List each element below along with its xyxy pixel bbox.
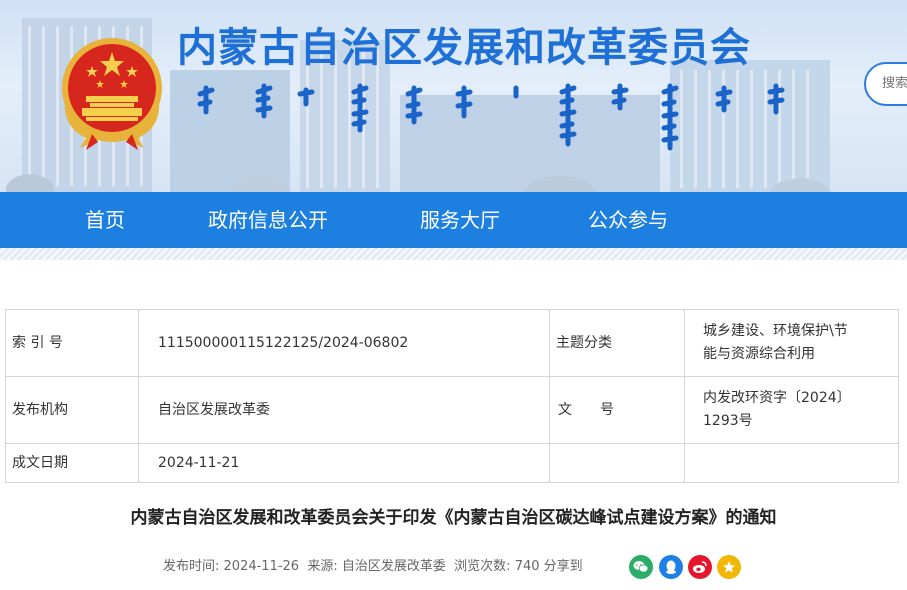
source-label: 来源: xyxy=(307,559,338,574)
document-meta: 发布时间: 2024-11-26 来源: 自治区发展改革委 浏览次数: 740 … xyxy=(163,558,583,576)
publisher-label: 发布机构 xyxy=(5,376,139,444)
wechat-icon[interactable] xyxy=(629,555,653,579)
main-nav: 首页 政府信息公开 服务大厅 公众参与 xyxy=(0,192,907,248)
mongolian-title-script xyxy=(197,83,785,151)
table-row: 发布机构 自治区发展改革委 文 号 内发改环资字〔2024〕 1293号 xyxy=(5,376,899,444)
index-label: 索 引 号 xyxy=(5,309,139,377)
site-header: 内蒙古自治区发展和改革委员会 xyxy=(0,0,907,192)
date-label: 成文日期 xyxy=(5,443,139,483)
topic-value: 城乡建设、环境保护\节 能与资源综合利用 xyxy=(684,309,899,377)
views-label: 浏览次数: xyxy=(454,559,511,574)
views-count: 740 xyxy=(514,559,540,574)
qq-icon[interactable] xyxy=(659,555,683,579)
docno-label: 文 号 xyxy=(549,376,685,444)
site-title: 内蒙古自治区发展和改革委员会 xyxy=(177,25,751,71)
nav-item-government-info[interactable]: 政府信息公开 xyxy=(208,207,328,233)
source: 自治区发展改革委 xyxy=(341,559,446,574)
share-label: 分享到 xyxy=(543,559,583,574)
table-row: 索 引 号 11150000011512212​5/2024-06802 主题分… xyxy=(5,309,899,377)
empty-cell xyxy=(549,443,685,483)
docno-value-line: 1293号 xyxy=(703,413,753,429)
topic-value-line: 城乡建设、环境保护\节 xyxy=(703,323,848,339)
national-emblem-icon[interactable] xyxy=(56,34,168,152)
topic-value-line: 能与资源综合利用 xyxy=(703,346,815,362)
index-value: 11150000011512212​5/2024-06802 xyxy=(138,309,550,377)
publish-time: 2024-11-26 xyxy=(223,559,300,574)
weibo-icon[interactable] xyxy=(688,555,712,579)
docno-value-line: 内发改环资字〔2024〕 xyxy=(703,390,851,406)
search-input[interactable] xyxy=(882,76,907,91)
nav-item-public-participation[interactable]: 公众参与 xyxy=(588,207,668,233)
document-title: 内蒙古自治区发展和改革委员会关于印发《内蒙古自治区碳达峰试点建设方案》的通知 xyxy=(130,508,777,528)
nav-divider xyxy=(0,248,907,260)
background-trees xyxy=(0,150,907,192)
document-info-table: 索 引 号 11150000011512212​5/2024-06802 主题分… xyxy=(5,309,899,483)
qzone-icon[interactable] xyxy=(717,555,741,579)
topic-label: 主题分类 xyxy=(549,309,685,377)
docno-value: 内发改环资字〔2024〕 1293号 xyxy=(684,376,899,444)
date-value: 2024-11-21 xyxy=(138,443,550,483)
publisher-value: 自治区发展改革委 xyxy=(138,376,550,444)
nav-item-home[interactable]: 首页 xyxy=(85,207,125,233)
nav-item-service-hall[interactable]: 服务大厅 xyxy=(420,207,500,233)
publish-time-label: 发布时间: xyxy=(163,559,220,574)
search-box[interactable] xyxy=(864,62,907,106)
table-row: 成文日期 2024-11-21 xyxy=(5,443,899,483)
empty-cell xyxy=(684,443,899,483)
